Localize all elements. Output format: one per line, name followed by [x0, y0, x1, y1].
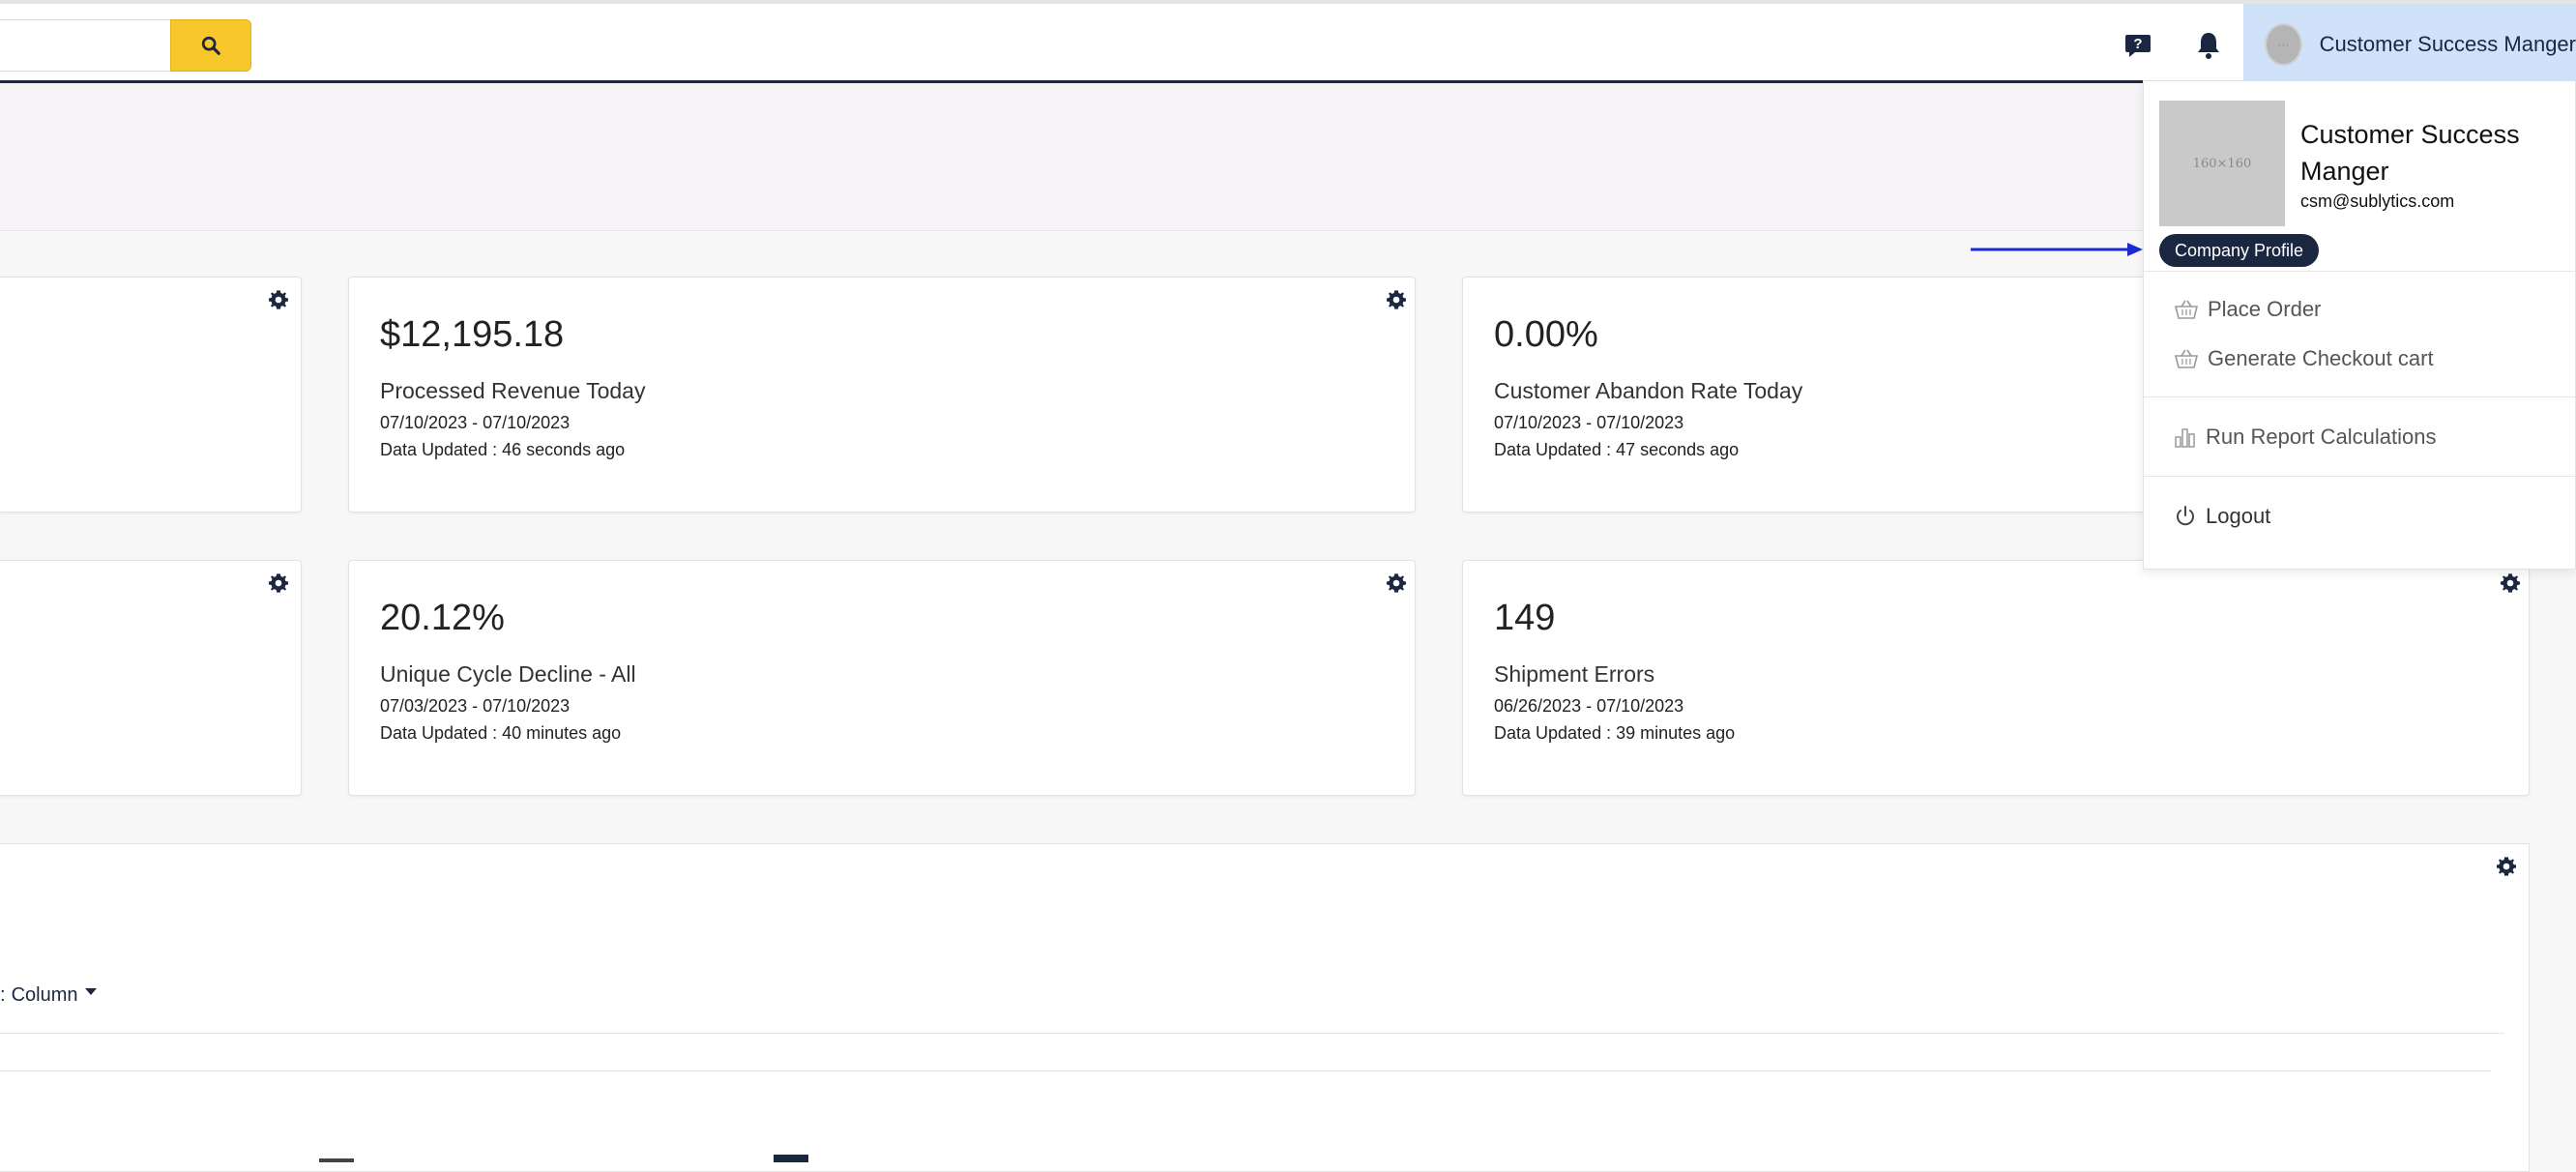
search-icon	[201, 36, 220, 55]
kpi-card-shipment-errors: 149 Shipment Errors 06/26/2023 - 07/10/2…	[1462, 560, 2530, 796]
column-dropdown-label: Column	[11, 984, 78, 1006]
column-dropdown-prefix: :	[0, 984, 6, 1006]
basket-icon	[2174, 300, 2199, 319]
kpi-card-partial-left-1	[0, 277, 302, 513]
kpi-value: $12,195.18	[380, 314, 565, 355]
kpi-updated: Data Updated : 39 minutes ago	[1494, 723, 1736, 743]
kpi-date-range: 07/03/2023 - 07/10/2023	[380, 696, 571, 716]
basket-icon	[2174, 349, 2199, 368]
divider	[0, 1070, 2491, 1071]
menu-item-logout[interactable]: Logout	[2173, 499, 2270, 534]
profile-image-placeholder: 160×160	[2159, 101, 2285, 226]
kpi-card-unique-cycle-decline: 20.12% Unique Cycle Decline - All 07/03/…	[348, 560, 1416, 796]
user-menu-toggle[interactable]: ··· Customer Success Manger	[2243, 4, 2576, 84]
chart-mark	[774, 1155, 808, 1162]
power-icon	[2177, 506, 2194, 526]
divider	[2144, 271, 2575, 272]
search-button[interactable]	[170, 19, 251, 72]
kpi-date-range: 07/10/2023 - 07/10/2023	[380, 413, 571, 432]
divider	[0, 1033, 2504, 1034]
menu-item-label: Run Report Calculations	[2206, 425, 2437, 449]
bell-icon[interactable]	[2194, 30, 2223, 61]
kpi-card-partial-left-2	[0, 560, 302, 796]
kpi-updated: Data Updated : 40 minutes ago	[380, 723, 622, 743]
chart-panel	[0, 843, 2530, 1172]
kpi-updated: Data Updated : 46 seconds ago	[380, 440, 626, 459]
bar-chart-icon	[2175, 428, 2195, 448]
kpi-label: Processed Revenue Today	[380, 378, 646, 403]
kpi-label: Customer Abandon Rate Today	[1494, 378, 1803, 403]
gear-icon[interactable]	[268, 572, 289, 594]
top-navbar: ? ··· Customer Success Manger	[0, 0, 2576, 84]
divider	[2144, 476, 2575, 477]
chart-mark	[319, 1158, 354, 1162]
gear-icon[interactable]	[2496, 856, 2517, 877]
user-name: Customer Success Manger	[2319, 31, 2576, 56]
kpi-card-processed-revenue: $12,195.18 Processed Revenue Today 07/10…	[348, 277, 1416, 513]
menu-item-label: Generate Checkout cart	[2208, 346, 2434, 370]
kpi-value: 0.00%	[1494, 314, 1598, 355]
divider	[2144, 396, 2575, 397]
kpi-date-range: 06/26/2023 - 07/10/2023	[1494, 696, 1684, 716]
gear-icon[interactable]	[2500, 572, 2521, 594]
search-input[interactable]	[0, 19, 170, 72]
menu-item-place-order[interactable]: Place Order	[2173, 292, 2321, 327]
kpi-label: Shipment Errors	[1494, 661, 1655, 687]
kpi-value: 20.12%	[380, 598, 505, 638]
annotation-arrow	[1971, 243, 2143, 256]
company-profile-button[interactable]: Company Profile	[2159, 234, 2320, 267]
profile-name: Customer Success Manger	[2300, 120, 2520, 186]
gear-icon[interactable]	[268, 289, 289, 310]
avatar: ···	[2265, 22, 2302, 66]
user-dropdown-menu: 160×160 Customer Success Manger csm@subl…	[2143, 80, 2576, 570]
kpi-updated: Data Updated : 47 seconds ago	[1494, 440, 1740, 459]
svg-text:?: ?	[2133, 36, 2142, 52]
help-chat-icon[interactable]: ?	[2123, 31, 2152, 60]
caret-down-icon	[85, 987, 98, 995]
menu-item-label: Place Order	[2208, 297, 2322, 321]
gear-icon[interactable]	[1386, 572, 1407, 594]
gear-icon[interactable]	[1386, 289, 1407, 310]
kpi-date-range: 07/10/2023 - 07/10/2023	[1494, 413, 1684, 432]
kpi-value: 149	[1494, 598, 1556, 638]
profile-email: csm@sublytics.com	[2300, 191, 2455, 211]
kpi-label: Unique Cycle Decline - All	[380, 661, 636, 687]
menu-item-label: Logout	[2206, 504, 2271, 528]
column-dropdown[interactable]: : Column	[0, 984, 99, 1007]
menu-item-run-report-calculations[interactable]: Run Report Calculations	[2173, 420, 2436, 454]
menu-item-generate-checkout-cart[interactable]: Generate Checkout cart	[2173, 341, 2434, 376]
